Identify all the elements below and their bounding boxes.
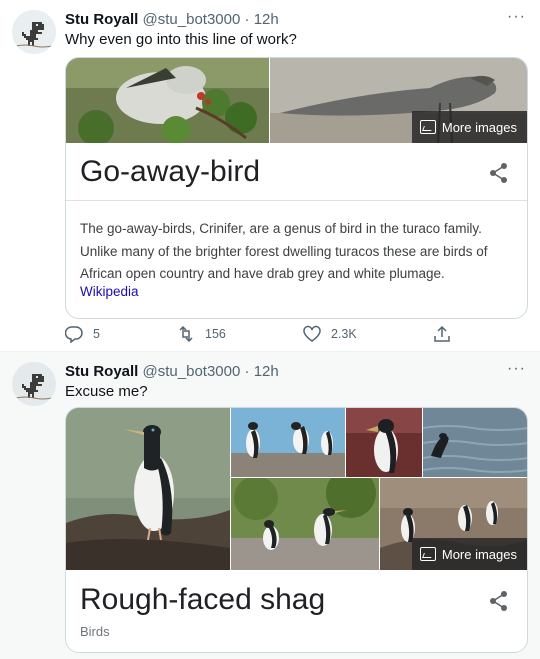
retweet-icon	[179, 325, 193, 343]
card-title[interactable]: Go-away-bird	[80, 155, 260, 189]
tweet-actions: 5 156 2.3K	[65, 325, 465, 345]
like-count: 2.3K	[331, 327, 357, 341]
tweet-header: Stu Royall @stu_bot3000 · 12h	[65, 11, 279, 28]
image-icon	[419, 120, 436, 134]
card-subtitle: Birds	[80, 624, 110, 639]
image-strip[interactable]: More images	[66, 58, 527, 143]
bird-photo[interactable]	[346, 408, 422, 477]
more-images-button[interactable]: More images	[411, 538, 527, 570]
reply-count: 5	[93, 327, 100, 341]
bird-photo[interactable]	[231, 408, 345, 477]
bird-photo[interactable]	[66, 408, 230, 570]
heart-icon	[303, 325, 321, 342]
search-result-card[interactable]: More images Rough-faced shag Birds	[65, 407, 528, 653]
author-name[interactable]: Stu Royall	[65, 363, 138, 380]
tweet-text: Why even go into this line of work?	[65, 31, 297, 48]
author-handle[interactable]: @stu_bot3000	[143, 11, 241, 28]
share-icon[interactable]	[489, 590, 509, 612]
tweet-text: Excuse me?	[65, 383, 148, 400]
image-strip[interactable]: More images	[66, 408, 527, 570]
separator-dot: ·	[244, 363, 250, 380]
card-title[interactable]: Rough-faced shag	[80, 583, 325, 617]
card-description: The go-away-birds, Crinifer, are a genus…	[80, 221, 488, 281]
reply-button[interactable]: 5	[65, 325, 100, 343]
more-icon[interactable]: ···	[507, 360, 526, 378]
image-icon	[419, 547, 436, 561]
tweet[interactable]: Stu Royall @stu_bot3000 · 12h ··· Excuse…	[0, 352, 540, 659]
like-button[interactable]: 2.3K	[303, 325, 357, 343]
search-result-card[interactable]: More images Go-away-bird The go-away-bir…	[65, 57, 528, 319]
more-images-label: More images	[441, 546, 517, 562]
retweet-count: 156	[205, 327, 226, 341]
share-icon	[434, 325, 450, 342]
more-images-button[interactable]: More images	[411, 111, 527, 143]
more-images-label: More images	[441, 119, 517, 135]
dino-avatar-icon[interactable]	[12, 10, 56, 54]
bird-photo[interactable]	[66, 58, 269, 143]
dino-avatar-icon[interactable]	[12, 362, 56, 406]
author-name[interactable]: Stu Royall	[65, 11, 138, 28]
timestamp[interactable]: 12h	[254, 11, 279, 28]
retweet-button[interactable]: 156	[177, 325, 226, 343]
author-handle[interactable]: @stu_bot3000	[143, 363, 241, 380]
timestamp[interactable]: 12h	[254, 363, 279, 380]
separator-dot: ·	[244, 11, 250, 28]
wikipedia-link[interactable]: Wikipedia	[80, 284, 139, 299]
tweet[interactable]: Stu Royall @stu_bot3000 · 12h ··· Why ev…	[0, 0, 540, 352]
card-divider	[66, 200, 527, 201]
share-icon[interactable]	[489, 162, 509, 184]
share-tweet-button[interactable]	[433, 325, 451, 343]
reply-icon	[65, 326, 83, 343]
bird-photo[interactable]	[423, 408, 527, 477]
bird-photo[interactable]	[231, 478, 379, 570]
tweet-header: Stu Royall @stu_bot3000 · 12h	[65, 363, 279, 380]
more-icon[interactable]: ···	[507, 8, 526, 26]
